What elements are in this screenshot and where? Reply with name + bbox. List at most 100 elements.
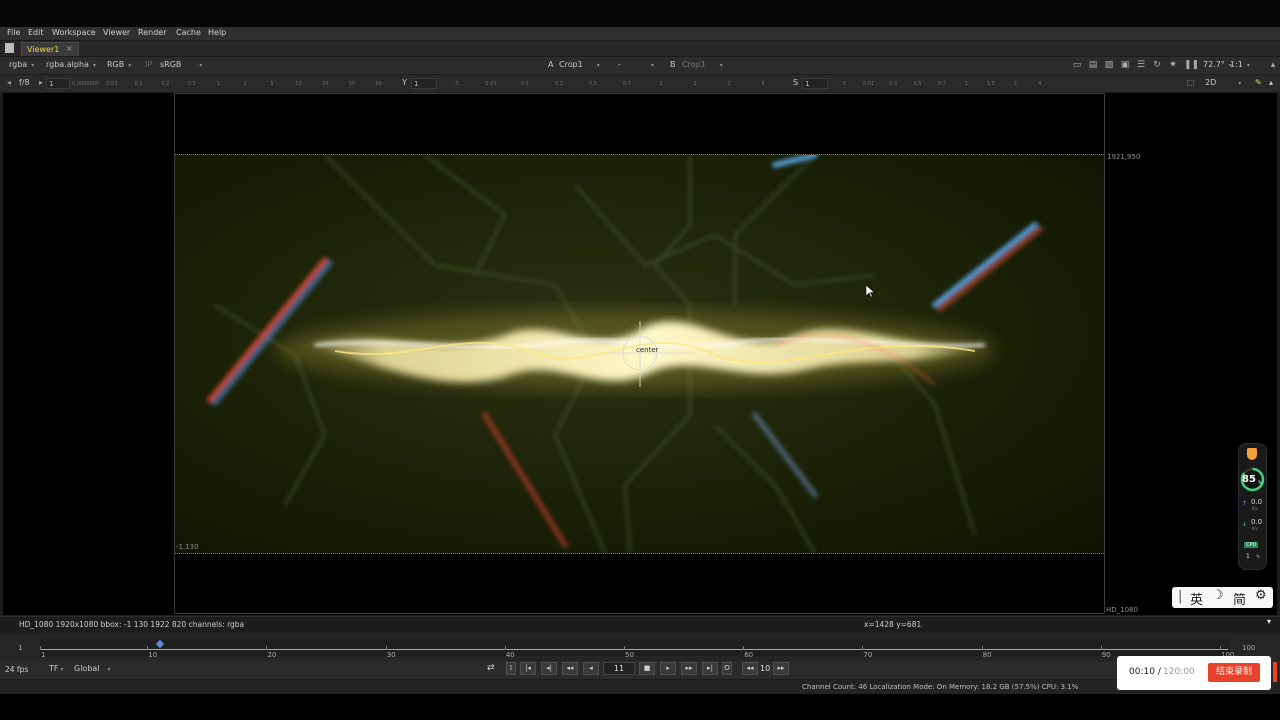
ruler-tick-label: 0.03 <box>106 81 118 87</box>
system-monitor-widget[interactable]: 85 % ↑ 0.0 K/s ↓ 0.0 K/s CPU 1 % <box>1238 443 1267 570</box>
gamma-label: Y <box>402 78 407 87</box>
prev-frame-icon[interactable]: ◂◂ <box>562 662 578 675</box>
upload-arrow-icon: ↑ <box>1242 500 1248 507</box>
zoom-value: 72.7° <box>1203 60 1225 69</box>
skip-back-icon[interactable]: ◂◂ <box>742 662 758 675</box>
tf-dropdown[interactable]: TF ▾ <box>49 663 64 675</box>
stop-icon[interactable]: ■ <box>639 662 655 675</box>
ruler-tick-label: 0.7 <box>937 81 946 87</box>
menu-file[interactable]: File <box>7 28 20 37</box>
gamma-field[interactable]: 1 <box>411 78 437 89</box>
ruler-tick-label: 1 <box>964 81 968 87</box>
tab-viewer1[interactable]: Viewer1 × <box>21 42 79 56</box>
gear-icon[interactable]: ⚙ <box>1255 588 1267 603</box>
last-frame-icon[interactable]: ▸| <box>702 662 718 675</box>
moon-icon[interactable]: ☽ <box>1212 588 1224 603</box>
expand-icon[interactable]: ▾ <box>1267 617 1271 626</box>
chevron-down-icon: ▾ <box>31 62 35 69</box>
stop-recording-button[interactable]: 结束录制 <box>1208 663 1260 682</box>
gain-slider[interactable]: 0.0000000 0.03 0.1 0.2 0.5 1 2 5 10 20 50 99 <box>72 80 392 89</box>
saturation-field[interactable]: 1 <box>802 78 828 89</box>
menu-cache[interactable]: Cache <box>176 28 201 37</box>
menu-viewer[interactable]: Viewer <box>103 28 130 37</box>
proxy-ratio-dropdown[interactable]: 1:1 ▾ <box>1230 59 1250 71</box>
ruler-tick-label: 1 <box>217 81 221 87</box>
ruler-tick-label: 5 <box>270 81 274 87</box>
ruler-tick-label: 0.7 <box>623 81 631 87</box>
input-b-dropdown[interactable]: Crop1 ▾ <box>682 59 723 71</box>
refresh-icon[interactable]: ↻ <box>1152 60 1162 70</box>
ime-language-toggle[interactable]: 英 <box>1190 589 1203 608</box>
prev-keyframe-icon[interactable]: ◂| <box>541 662 557 675</box>
roi-icon[interactable]: ▭ <box>1072 60 1082 70</box>
gain-field[interactable]: 1 <box>46 78 70 89</box>
compare-dropdown[interactable]: - ▾ <box>618 59 662 71</box>
fps-label[interactable]: 24 fps <box>5 665 28 674</box>
skip-forward-icon[interactable]: ▸▸ <box>773 662 789 675</box>
input-a-dropdown[interactable]: Crop1 ▾ <box>559 59 607 71</box>
zoom-dropdown[interactable]: 72.7° ▾ <box>1203 59 1232 71</box>
ime-toolbar[interactable]: | 英 ☽ 简 ⚙ <box>1172 587 1273 608</box>
channels-dropdown[interactable]: rgba ▾ <box>9 59 34 71</box>
chevron-up-icon[interactable]: ▴ <box>1269 77 1273 89</box>
input-process-toggle[interactable]: IP <box>145 59 152 71</box>
current-frame-field[interactable]: 11 <box>603 662 635 675</box>
chevron-down-icon: ▾ <box>92 62 96 69</box>
menu-edit[interactable]: Edit <box>28 28 44 37</box>
gamma-slider[interactable]: 0 0.01 0.1 0.3 0.5 0.7 1 2 3 4 <box>440 80 780 89</box>
tab-close-icon[interactable]: × <box>66 44 73 53</box>
menu-workspace[interactable]: Workspace <box>52 28 96 37</box>
out-point-icon[interactable]: O <box>722 662 732 675</box>
overlay-icon[interactable]: ▤ <box>1088 60 1098 70</box>
roi-select-icon[interactable]: ⬚ <box>1187 77 1195 89</box>
fstop-increase-icon[interactable]: ▸ <box>39 77 43 89</box>
view-mode-dropdown[interactable]: 2D ▾ <box>1205 77 1241 89</box>
paint-brush-icon[interactable]: ✎ <box>1255 77 1262 89</box>
timeline-ticks: 1 10 20 30 40 50 60 70 80 90 100 <box>40 646 1234 662</box>
saturation-label: S <box>793 78 799 87</box>
display-channel-dropdown[interactable]: RGB ▾ <box>107 59 131 71</box>
ruler-tick-label: 0.5 <box>913 81 922 87</box>
download-speed: 0.0 <box>1251 518 1263 526</box>
in-point-icon[interactable]: I <box>506 662 516 675</box>
chevron-up-icon[interactable]: ▴ <box>1268 60 1278 70</box>
ruler-tick-label: 0.1 <box>134 81 143 87</box>
timeline-tick-label: 70 <box>863 651 873 659</box>
downscale-icon[interactable]: ☰ <box>1136 60 1146 70</box>
tab-row <box>0 41 1280 56</box>
fstop-decrease-icon[interactable]: ◂ <box>7 77 11 89</box>
chevron-down-icon: ▾ <box>1238 80 1242 87</box>
gpu-icon[interactable]: ✷ <box>1168 60 1178 70</box>
chevron-down-icon: ▾ <box>596 62 600 69</box>
center-label[interactable]: center <box>636 346 659 354</box>
ruler-tick-label: 0.5 <box>187 81 196 87</box>
play-forward-icon[interactable]: ▸ <box>660 662 676 675</box>
timeline-tick-label: 90 <box>1101 651 1111 659</box>
memory-percent-unit: % <box>1258 480 1262 485</box>
top-black-band <box>0 0 1280 27</box>
pause-icon[interactable]: ❚❚ <box>1184 60 1199 70</box>
increment-field[interactable]: 10 <box>760 664 770 673</box>
loop-mode-icon[interactable]: ⇄ <box>487 663 495 673</box>
upload-speed: 0.0 <box>1251 498 1263 506</box>
play-backward-icon[interactable]: ◂ <box>583 662 599 675</box>
first-frame-icon[interactable]: |◂ <box>520 662 536 675</box>
ime-script-toggle[interactable]: 简 <box>1233 589 1246 608</box>
saturation-slider[interactable]: 0 0.01 0.3 0.5 0.7 1 1.5 2 4 <box>832 80 1052 89</box>
status-text: Channel Count: 46 Localization Mode: On … <box>802 683 1079 691</box>
timeline-tick <box>1100 646 1102 650</box>
range-scope-dropdown[interactable]: Global ▾ <box>74 663 111 675</box>
menu-help[interactable]: Help <box>208 28 226 37</box>
image-info: HD_1080 1920x1080 bbox: -1 130 1922 820 … <box>19 620 245 629</box>
lut-dropdown[interactable]: sRGB ▾ <box>160 59 202 71</box>
rendered-image: center <box>175 154 1104 554</box>
alpha-channel-dropdown[interactable]: rgba.alpha ▾ <box>46 59 96 71</box>
ruler-tick-label: 4 <box>1038 81 1042 87</box>
proxy-icon[interactable]: ▣ <box>1120 60 1130 70</box>
panel-menu-icon[interactable] <box>5 43 14 53</box>
download-arrow-icon: ↓ <box>1242 521 1248 528</box>
menu-render[interactable]: Render <box>138 28 166 37</box>
recording-widget: 00:10 / 120:00 结束录制 <box>1117 656 1271 690</box>
next-frame-icon[interactable]: ▸▸ <box>681 662 697 675</box>
clipping-warning-icon[interactable]: ▨ <box>1104 60 1114 70</box>
